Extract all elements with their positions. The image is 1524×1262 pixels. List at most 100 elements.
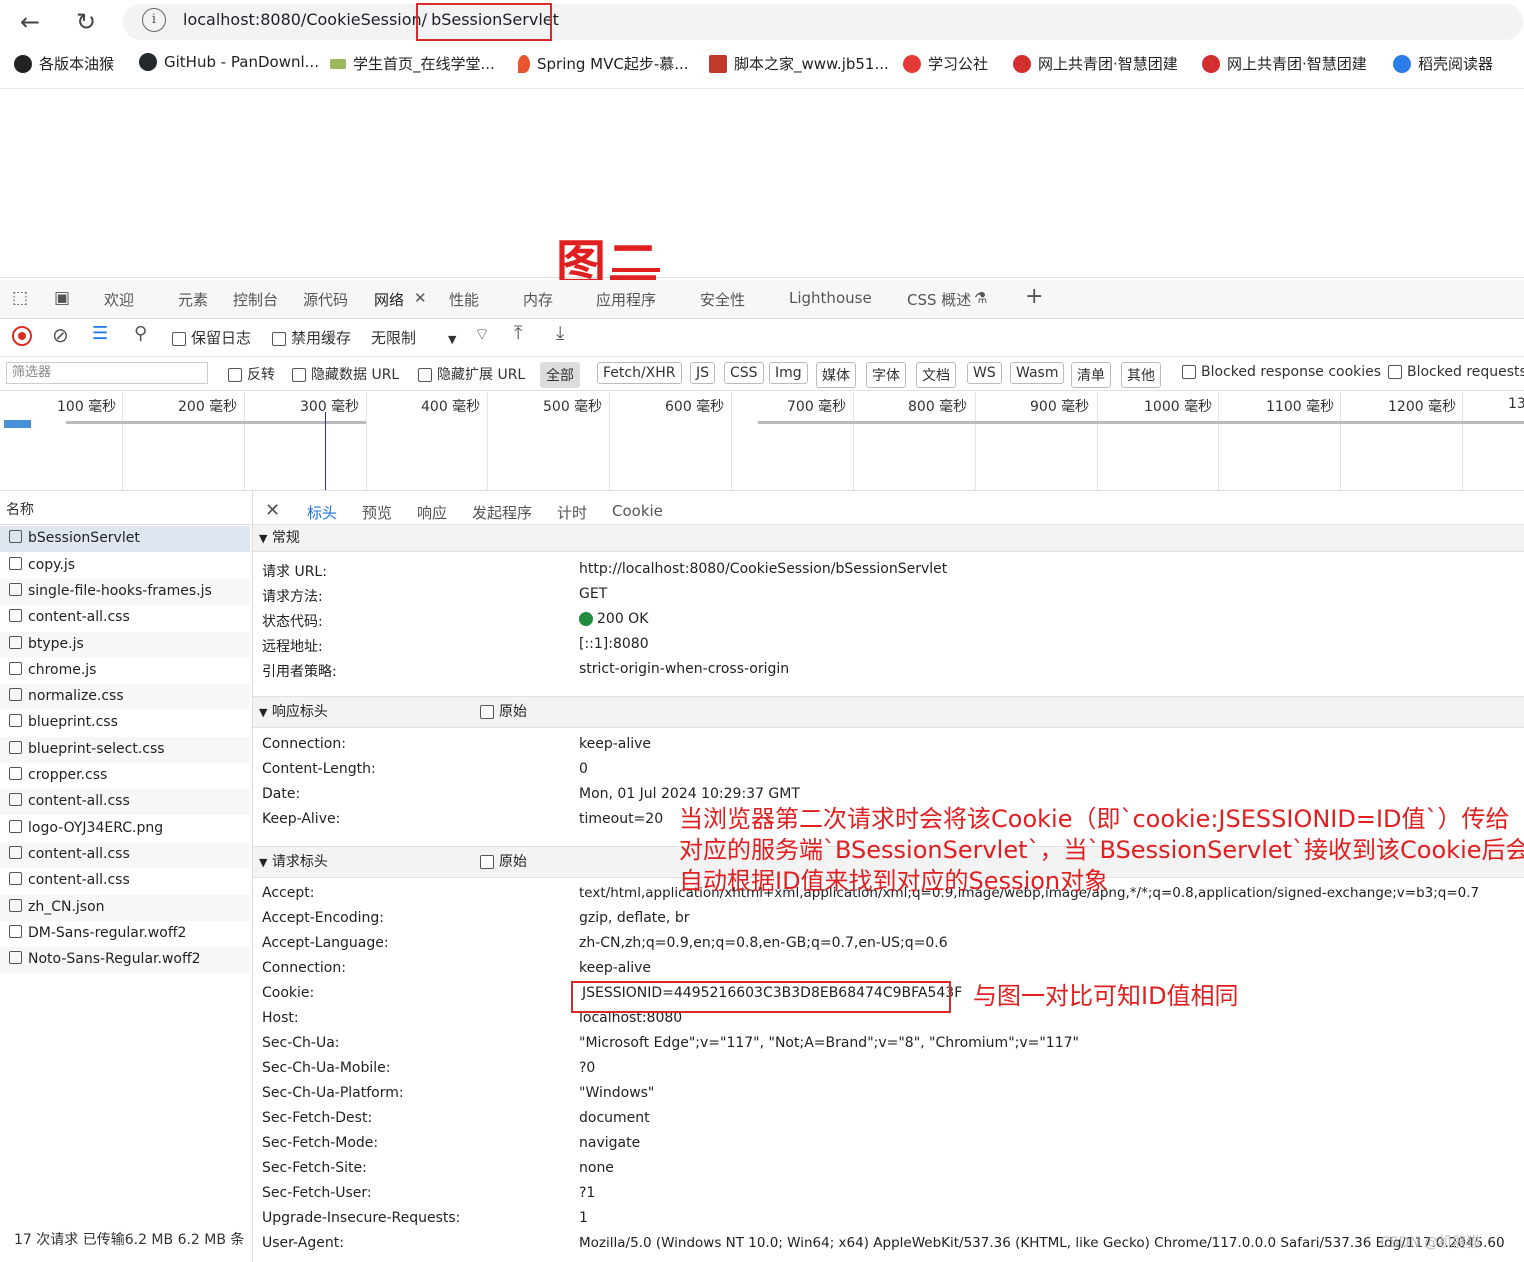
hide-ext-url-checkbox[interactable]: 隐藏扩展 URL — [418, 364, 525, 384]
type-filter-all[interactable]: 全部 — [540, 362, 580, 388]
section-response-headers[interactable]: ▼ 响应标头 原始 — [253, 696, 1524, 728]
close-tab-icon[interactable]: ✕ — [414, 289, 427, 307]
tab-security[interactable]: 安全性 — [700, 289, 745, 310]
tab-welcome[interactable]: 欢迎 — [104, 289, 134, 310]
bookmark-item[interactable]: 各版本油猴 — [14, 53, 114, 74]
tab-response[interactable]: 响应 — [417, 502, 447, 523]
type-filter-doc[interactable]: 文档 — [916, 362, 956, 388]
blocked-requests-checkbox[interactable]: Blocked requests — [1388, 364, 1524, 380]
network-conditions-icon[interactable]: ⌔ — [474, 324, 490, 345]
inspect-icon[interactable]: ⬚ — [12, 288, 28, 308]
request-row[interactable]: copy.js — [0, 553, 250, 579]
section-general[interactable]: ▼ 常规 — [253, 524, 1524, 552]
tab-css-overview[interactable]: CSS 概述 — [907, 289, 971, 310]
request-row[interactable]: Noto-Sans-Regular.woff2 — [0, 947, 250, 973]
bookmark-item[interactable]: 脚本之家_www.jb51... — [709, 53, 889, 74]
type-filter-other[interactable]: 其他 — [1121, 362, 1161, 388]
tab-network[interactable]: 网络 — [374, 289, 404, 310]
invert-label: 反转 — [247, 367, 275, 383]
type-filter-css[interactable]: CSS — [724, 362, 764, 384]
request-row[interactable]: DM-Sans-regular.woff2 — [0, 921, 250, 947]
bookmark-label: 脚本之家_www.jb51... — [734, 55, 889, 73]
throttle-select[interactable]: 无限制 ▼ — [371, 327, 456, 348]
bookmark-item[interactable]: 网上共青团·智慧团建 — [1013, 53, 1178, 74]
import-har-icon[interactable]: ⤒ — [514, 322, 522, 344]
add-tab-icon[interactable]: + — [1025, 284, 1043, 309]
record-icon[interactable] — [12, 326, 32, 346]
preserve-log-checkbox[interactable]: 保留日志 — [172, 327, 251, 348]
bookmark-item[interactable]: 学生首页_在线学堂... — [330, 53, 495, 74]
info-icon[interactable]: i — [142, 8, 166, 32]
request-row[interactable]: normalize.css — [0, 684, 250, 710]
search-icon[interactable]: ⚲ — [134, 323, 147, 344]
request-name: bSessionServlet — [28, 530, 140, 546]
tab-timing[interactable]: 计时 — [557, 502, 587, 523]
column-header-name[interactable]: 名称 — [6, 499, 34, 519]
request-row[interactable]: content-all.css — [0, 789, 250, 815]
grid-line — [244, 392, 245, 490]
type-filter-img[interactable]: Img — [769, 362, 808, 384]
device-toggle-icon[interactable]: ▣ — [54, 288, 70, 308]
type-filter-media[interactable]: 媒体 — [816, 362, 856, 388]
request-row[interactable]: content-all.css — [0, 842, 250, 868]
header-value: http://localhost:8080/CookieSession/bSes… — [579, 561, 948, 577]
timeline-overview[interactable]: 100 毫秒 200 毫秒 300 毫秒 400 毫秒 500 毫秒 600 毫… — [0, 392, 1524, 491]
bookmark-item[interactable]: Spring MVC起步-慕... — [518, 53, 689, 74]
export-har-icon[interactable]: ⤓ — [556, 322, 564, 344]
bookmark-item[interactable]: 稻壳阅读器 — [1393, 53, 1493, 74]
bookmark-item[interactable]: 学习公社 — [903, 53, 988, 74]
header-value: document — [579, 1110, 650, 1126]
request-list: 名称 bSessionServlet copy.js single-file-h… — [0, 491, 253, 1262]
invert-checkbox[interactable]: 反转 — [228, 364, 275, 384]
tab-headers[interactable]: 标头 — [307, 502, 337, 523]
type-filter-ws[interactable]: WS — [967, 362, 1002, 384]
back-arrow-icon[interactable]: ← — [10, 0, 50, 44]
request-row[interactable]: chrome.js — [0, 658, 250, 684]
tab-preview[interactable]: 预览 — [362, 502, 392, 523]
tab-sources[interactable]: 源代码 — [303, 289, 348, 310]
type-filter-js[interactable]: JS — [690, 362, 716, 384]
raw-checkbox[interactable] — [480, 705, 494, 719]
filter-input[interactable]: 筛选器 — [6, 362, 208, 384]
bookmark-item[interactable]: GitHub - PanDownl... — [139, 53, 319, 71]
blocked-cookies-checkbox[interactable]: Blocked response cookies — [1182, 364, 1381, 380]
reload-icon[interactable]: ↻ — [66, 0, 106, 44]
request-row[interactable]: cropper.css — [0, 763, 250, 789]
request-name: content-all.css — [28, 872, 130, 888]
tab-lighthouse[interactable]: Lighthouse — [789, 289, 872, 307]
filter-settings-icon[interactable]: ☰ — [92, 323, 108, 344]
header-value: ?0 — [579, 1060, 596, 1076]
type-filter-font[interactable]: 字体 — [866, 362, 906, 388]
request-row[interactable]: zh_CN.json — [0, 895, 250, 921]
tab-initiator[interactable]: 发起程序 — [472, 502, 532, 523]
disable-cache-checkbox[interactable]: 禁用缓存 — [272, 327, 351, 348]
request-row[interactable]: blueprint-select.css — [0, 737, 250, 763]
tab-elements[interactable]: 元素 — [178, 289, 208, 310]
close-detail-icon[interactable]: ✕ — [265, 500, 280, 521]
tab-memory[interactable]: 内存 — [523, 289, 553, 310]
request-row[interactable]: content-all.css — [0, 868, 250, 894]
url-host: localhost:8080/CookieSession/ — [183, 10, 428, 29]
clear-icon[interactable]: ⊘ — [52, 323, 69, 347]
raw-checkbox[interactable] — [480, 855, 494, 869]
timeline-request-bar — [4, 420, 31, 428]
hide-data-url-checkbox[interactable]: 隐藏数据 URL — [292, 364, 399, 384]
request-row[interactable]: btype.js — [0, 632, 250, 658]
tab-console[interactable]: 控制台 — [233, 289, 278, 310]
raw-toggle[interactable]: 原始 — [480, 847, 527, 877]
tab-performance[interactable]: 性能 — [449, 289, 479, 310]
request-row[interactable]: content-all.css — [0, 605, 250, 631]
type-filter-wasm[interactable]: Wasm — [1010, 362, 1065, 384]
bookmark-item[interactable]: 网上共青团·智慧团建 — [1202, 53, 1367, 74]
request-row[interactable]: blueprint.css — [0, 710, 250, 736]
github-icon — [139, 53, 157, 71]
tab-cookies[interactable]: Cookie — [612, 502, 663, 520]
type-filter-xhr[interactable]: Fetch/XHR — [597, 362, 682, 384]
request-row[interactable]: single-file-hooks-frames.js — [0, 579, 250, 605]
raw-toggle[interactable]: 原始 — [480, 697, 527, 727]
request-row[interactable]: bSessionServlet — [0, 526, 250, 552]
tab-application[interactable]: 应用程序 — [596, 289, 656, 310]
type-filter-manifest[interactable]: 清单 — [1071, 362, 1111, 388]
request-row[interactable]: logo-OYJ34ERC.png — [0, 816, 250, 842]
header-key: 状态代码: — [262, 614, 323, 630]
